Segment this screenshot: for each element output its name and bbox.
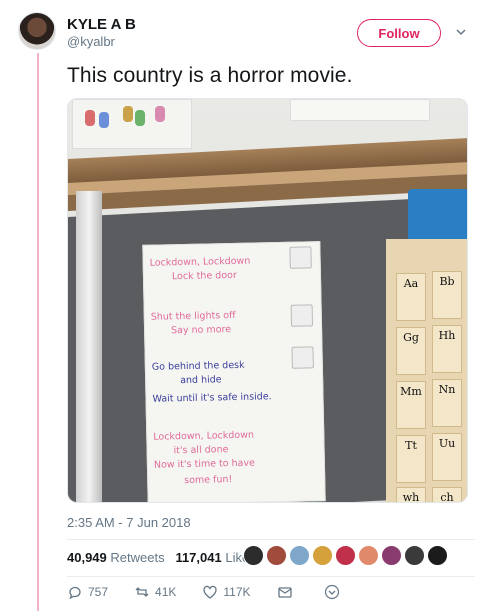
metal-pole [76, 191, 102, 502]
lockdown-poster: Lockdown, Lockdown Lock the door Shut th… [142, 241, 326, 502]
alphabet-card: Aa [396, 273, 426, 321]
poster-line: Shut the lights off [150, 309, 236, 323]
like-button[interactable]: 117K [202, 584, 251, 600]
liker-avatar[interactable] [335, 545, 356, 566]
chevron-down-icon[interactable] [454, 25, 468, 39]
retweets-count[interactable]: 40,949 [67, 550, 107, 565]
heart-icon [203, 585, 218, 599]
divider [67, 539, 475, 540]
alphabet-card: Bb [432, 271, 462, 319]
message-button[interactable] [277, 584, 298, 600]
tweet-stats: 40,949 Retweets 117,041 Likes [67, 550, 256, 565]
liker-avatar[interactable] [381, 545, 402, 566]
retweet-icon [135, 587, 149, 597]
alphabet-chart: Aa Bb Gg Hh Mm Nn Tt Uu wh ch [386, 239, 467, 502]
retweet-button[interactable]: 41K [134, 584, 176, 600]
tweet-timestamp[interactable]: 2:35 AM - 7 Jun 2018 [67, 515, 191, 530]
avatar[interactable] [18, 12, 56, 50]
reply-button[interactable]: 757 [67, 584, 108, 600]
like-count: 117K [223, 585, 251, 599]
poster-line: it's all done [173, 444, 229, 457]
retweet-count: 41K [155, 585, 177, 599]
liker-avatar[interactable] [312, 545, 333, 566]
alphabet-card: Mm [396, 381, 426, 429]
more-button[interactable] [324, 584, 345, 600]
blue-bin [408, 189, 467, 241]
poster-line: and hide [180, 374, 222, 387]
poster-line: Wait until it's safe inside. [152, 391, 272, 405]
likes-count[interactable]: 117,041 [175, 550, 221, 565]
alphabet-card: Tt [396, 435, 426, 483]
liker-avatar[interactable] [289, 545, 310, 566]
liker-avatar[interactable] [243, 545, 264, 566]
author-name[interactable]: KYLE A B [67, 16, 136, 33]
wall-paper [290, 99, 430, 121]
tweet-photo[interactable]: Lockdown, Lockdown Lock the door Shut th… [67, 98, 468, 503]
alphabet-card: Nn [432, 379, 462, 427]
poster-line: Say no more [170, 324, 232, 337]
chevron-down-icon [324, 584, 339, 600]
wall-paper [72, 99, 192, 149]
liker-avatar[interactable] [266, 545, 287, 566]
poster-line: some fun! [184, 474, 233, 487]
follow-button[interactable]: Follow [357, 19, 441, 47]
poster-line: Go behind the desk [151, 359, 245, 373]
divider [67, 576, 475, 577]
thread-line [37, 53, 39, 611]
alphabet-card: Hh [432, 325, 462, 373]
retweets-label[interactable]: Retweets [110, 550, 164, 565]
alphabet-card: wh [396, 487, 426, 502]
poster-line: Now it's time to have [153, 457, 256, 471]
author-handle[interactable]: @kyalbr [67, 34, 115, 49]
tweet-actions: 757 41K 117K [67, 584, 371, 600]
poster-line: Lockdown, Lockdown [153, 429, 255, 443]
tweet-text: This country is a horror movie. [67, 64, 353, 87]
lock-icon [289, 246, 312, 269]
liker-avatar[interactable] [358, 545, 379, 566]
alphabet-card: Uu [432, 433, 462, 481]
person-icon [291, 346, 314, 369]
liker-avatars [243, 545, 450, 569]
poster-line: Lockdown, Lockdown [149, 255, 251, 269]
alphabet-card: ch [432, 487, 462, 502]
reply-icon [69, 586, 81, 600]
liker-avatar[interactable] [427, 545, 448, 566]
poster-line: Lock the door [171, 269, 237, 283]
liker-avatar[interactable] [404, 545, 425, 566]
reply-count: 757 [88, 585, 109, 599]
light-switch-icon [290, 304, 314, 327]
envelope-icon [277, 587, 292, 598]
alphabet-card: Gg [396, 327, 426, 375]
